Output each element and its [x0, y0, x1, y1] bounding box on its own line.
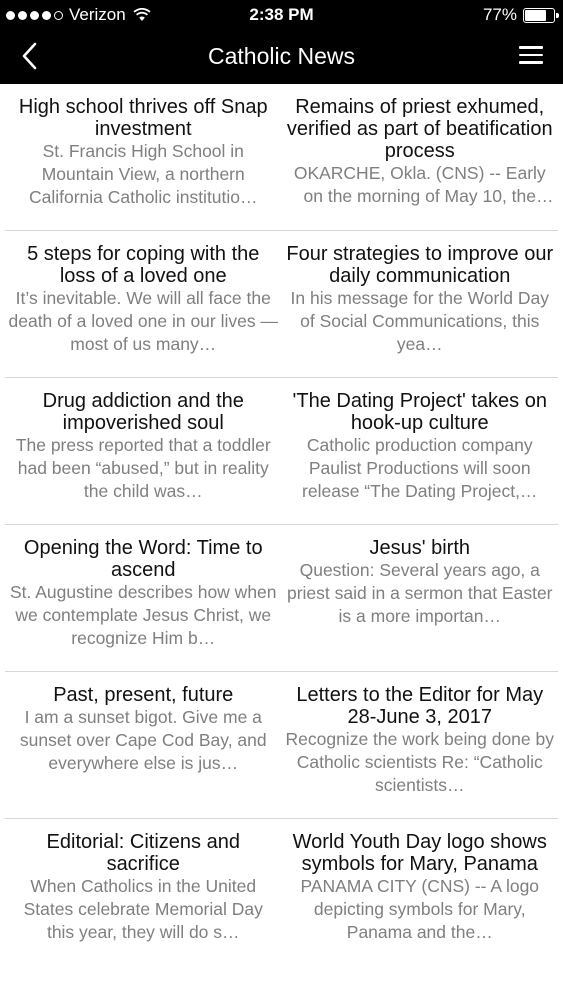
article-card[interactable]: Drug addiction and the impoverished soul… — [5, 378, 282, 524]
article-row: High school thrives off Snap investment S… — [5, 84, 558, 231]
article-row: Opening the Word: Time to ascend St. Augu… — [5, 525, 558, 672]
battery-icon — [523, 7, 559, 23]
battery-info: 77% — [482, 5, 559, 25]
article-card[interactable]: 'The Dating Project' takes on hook-up cu… — [282, 378, 559, 524]
article-snippet: Question: Several years ago, a priest sa… — [286, 560, 553, 626]
article-snippet: When Catholics in the United States cele… — [23, 876, 263, 942]
article-title: Letters to the Editor for May 28-June 3,… — [296, 684, 544, 728]
article-card[interactable]: Remains of priest exhumed, verified as p… — [282, 84, 559, 230]
article-snippet: PANAMA CITY (CNS) -- A logo depicting sy… — [300, 876, 540, 942]
article-snippet: St. Francis High School in Mountain View… — [28, 141, 258, 207]
article-row: Drug addiction and the impoverished soul… — [5, 378, 558, 525]
article-snippet: Catholic production company Paulist Prod… — [302, 435, 538, 501]
navigation-bar: Catholic News — [0, 30, 563, 84]
article-snippet: St. Augustine describes how when we cont… — [9, 582, 277, 648]
article-title: Four strategies to improve our daily com… — [286, 243, 554, 287]
article-title: Editorial: Citizens and sacrifice — [46, 831, 240, 875]
article-snippet: It’s inevitable. We will all face the de… — [8, 288, 278, 354]
article-card[interactable]: Jesus' birth Question: Several years ago,… — [282, 525, 559, 671]
article-card[interactable]: 5 steps for coping with the loss of a lo… — [5, 231, 282, 377]
article-card[interactable]: World Youth Day logo shows symbols for M… — [282, 819, 559, 966]
article-title: 5 steps for coping with the loss of a lo… — [27, 243, 260, 287]
article-snippet: In his message for the World Day of Soci… — [290, 288, 549, 354]
status-time: 2:38 PM — [249, 5, 314, 24]
status-bar: Verizon 2:38 PM 77% — [0, 0, 563, 30]
article-title: Jesus' birth — [369, 537, 471, 559]
article-snippet: I am a sunset bigot. Give me a sunset ov… — [19, 707, 267, 773]
article-title: Drug addiction and the impoverished soul — [42, 390, 244, 434]
article-card[interactable]: Letters to the Editor for May 28-June 3,… — [282, 672, 559, 818]
article-row: 5 steps for coping with the loss of a lo… — [5, 231, 558, 378]
article-card[interactable]: Past, present, future I am a sunset bigot… — [5, 672, 282, 818]
article-snippet: Recognize the work being done by Catholi… — [285, 729, 554, 795]
article-title: World Youth Day logo shows symbols for M… — [292, 831, 547, 875]
article-card[interactable]: Editorial: Citizens and sacrifice When Ca… — [5, 819, 282, 966]
article-row: Past, present, future I am a sunset bigot… — [5, 672, 558, 819]
article-title: Opening the Word: Time to ascend — [23, 537, 263, 581]
page-title: Catholic News — [208, 43, 355, 69]
article-title: Remains of priest exhumed, verified as p… — [286, 96, 553, 162]
article-title: High school thrives off Snap investment — [18, 96, 268, 140]
article-snippet: OKARCHE, Okla. (CNS) -- Early on the mor… — [293, 163, 546, 206]
article-title: 'The Dating Project' takes on hook-up cu… — [292, 390, 547, 434]
article-grid: High school thrives off Snap investment S… — [0, 84, 563, 1000]
article-title: Past, present, future — [53, 684, 234, 706]
article-card[interactable]: High school thrives off Snap investment S… — [5, 84, 282, 230]
hamburger-menu-icon[interactable] — [519, 44, 545, 66]
article-card[interactable]: Four strategies to improve our daily com… — [282, 231, 559, 377]
article-snippet: The press reported that a toddler had be… — [15, 435, 271, 501]
article-row: Editorial: Citizens and sacrifice When Ca… — [5, 819, 558, 966]
battery-percent: 77% — [482, 5, 517, 24]
article-card[interactable]: Opening the Word: Time to ascend St. Augu… — [5, 525, 282, 671]
